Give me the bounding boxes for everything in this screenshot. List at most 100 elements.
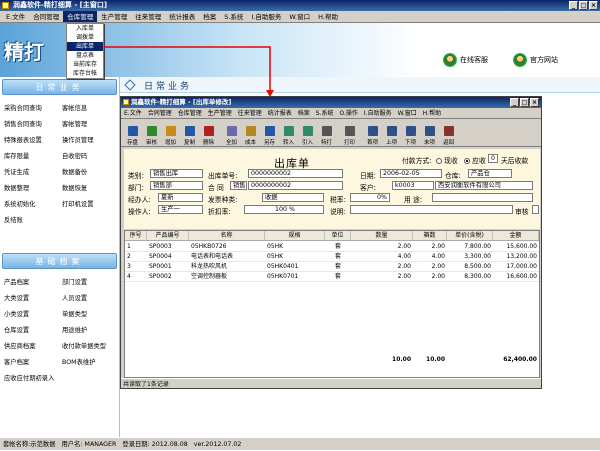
warehouse-input[interactable]: 产品仓 xyxy=(468,169,512,178)
daily-item-3-1[interactable]: 自收密码 xyxy=(62,149,118,165)
menu-item-4[interactable]: 往来管理 xyxy=(131,11,165,22)
days-input[interactable]: 0 xyxy=(488,154,498,163)
toolbar-button-10[interactable]: 特打 xyxy=(317,119,336,147)
archive-item-5-0[interactable]: 客户档案 xyxy=(4,355,62,371)
dropdown-item-2[interactable]: 出库单 xyxy=(67,42,103,51)
toolbar-button-4[interactable]: 删除 xyxy=(199,119,218,147)
child-menu-item-5[interactable]: 统计报表 xyxy=(265,108,295,118)
minimize-button[interactable]: _ xyxy=(569,1,578,10)
grid-header-1[interactable]: 产品编号 xyxy=(147,231,189,240)
menu-item-7[interactable]: S.系统 xyxy=(220,11,247,22)
note-input[interactable] xyxy=(350,205,513,214)
toolbar-button-0[interactable]: 存盘 xyxy=(123,119,142,147)
toolbar-button-12[interactable]: 首项 xyxy=(363,119,382,147)
daily-item-3-0[interactable]: 库存限量 xyxy=(4,149,62,165)
table-row[interactable]: 2 SP0004 电话表和电话表 05HK 套 4.00 4.00 3,300.00 13,20… xyxy=(125,252,539,262)
menu-item-2[interactable]: 仓库管理 xyxy=(63,11,98,22)
child-menu-item-9[interactable]: I.自助服务 xyxy=(361,108,395,118)
daily-item-6-1[interactable]: 打印机设置 xyxy=(62,197,118,213)
daily-item-7-0[interactable]: 反结账 xyxy=(4,213,62,229)
contract-no-input[interactable]: 0000000002 xyxy=(248,181,343,190)
dropdown-item-1[interactable]: 调拨单 xyxy=(67,33,103,42)
toolbar-button-5[interactable]: 全加 xyxy=(222,119,241,147)
archive-item-6-0[interactable]: 应收应付期初录入 xyxy=(4,371,62,387)
toolbar-button-1[interactable]: 审核 xyxy=(142,119,161,147)
online-service-link[interactable]: 在线客服 xyxy=(443,53,488,67)
grid-header-7[interactable]: 单价(含税) xyxy=(447,231,493,240)
grid-header-4[interactable]: 单位 xyxy=(325,231,351,240)
child-menu-item-0[interactable]: E.文件 xyxy=(121,108,145,118)
child-menu-item-8[interactable]: O.操作 xyxy=(337,108,361,118)
daily-item-4-0[interactable]: 凭证生成 xyxy=(4,165,62,181)
menu-item-10[interactable]: H.帮助 xyxy=(314,11,342,22)
archive-item-0-0[interactable]: 产品档案 xyxy=(4,275,62,291)
daily-item-4-1[interactable]: 数据备份 xyxy=(62,165,118,181)
toolbar-button-11[interactable]: 打印 xyxy=(340,119,359,147)
grid-header-0[interactable]: 序号 xyxy=(125,231,147,240)
child-close-button[interactable]: × xyxy=(530,98,539,107)
menu-item-8[interactable]: I.自助服务 xyxy=(247,11,285,22)
child-minimize-button[interactable]: _ xyxy=(510,98,519,107)
grid-header-2[interactable]: 名称 xyxy=(189,231,265,240)
category-input[interactable]: 销售出库 xyxy=(150,169,203,178)
daily-item-1-0[interactable]: 销售合同查询 xyxy=(4,117,62,133)
invoice-input[interactable]: 收据 xyxy=(262,193,324,202)
dropdown-item-5[interactable]: 库存台帐 xyxy=(67,69,103,78)
toolbar-button-16[interactable]: 返回 xyxy=(439,119,458,147)
archive-item-3-0[interactable]: 仓库设置 xyxy=(4,323,62,339)
daily-item-5-0[interactable]: 数据整理 xyxy=(4,181,62,197)
daily-item-0-1[interactable]: 客帐信息 xyxy=(62,101,118,117)
archive-item-3-1[interactable]: 用途维护 xyxy=(62,323,118,339)
menu-item-1[interactable]: 合同管理 xyxy=(29,11,63,22)
child-maximize-button[interactable]: □ xyxy=(520,98,529,107)
daily-business-header[interactable]: 日常业务 xyxy=(2,79,117,95)
grid-header-5[interactable]: 数量 xyxy=(351,231,413,240)
dropdown-item-0[interactable]: 入库单 xyxy=(67,24,103,33)
archive-item-2-1[interactable]: 单据类型 xyxy=(62,307,118,323)
child-menu-item-11[interactable]: H.帮助 xyxy=(420,108,444,118)
child-menu-item-10[interactable]: W.窗口 xyxy=(395,108,420,118)
table-row[interactable]: 3 SP0001 科龙热吹风机 05HK0401 套 2.00 2.00 8,500.00 17… xyxy=(125,262,539,272)
grid-header-8[interactable]: 金额 xyxy=(493,231,539,240)
toolbar-button-9[interactable]: 引入 xyxy=(298,119,317,147)
daily-item-5-1[interactable]: 数据恢复 xyxy=(62,181,118,197)
table-row[interactable]: 4 SP0002 空调控制器板 05HK0701 套 2.00 2.00 8,300.00 16… xyxy=(125,272,539,282)
grid-header-6[interactable]: 箱数 xyxy=(413,231,447,240)
toolbar-button-14[interactable]: 下项 xyxy=(401,119,420,147)
operator-input[interactable]: 生产一 xyxy=(158,205,203,214)
toolbar-button-6[interactable]: 成本 xyxy=(241,119,260,147)
child-menu-item-2[interactable]: 仓库管理 xyxy=(175,108,205,118)
daily-item-1-1[interactable]: 客帐管理 xyxy=(62,117,118,133)
audit-checkbox[interactable] xyxy=(532,205,539,214)
date-input[interactable]: 2006-02-05 xyxy=(380,169,442,178)
archive-item-1-1[interactable]: 人员设置 xyxy=(62,291,118,307)
grid-header-3[interactable]: 规格 xyxy=(265,231,325,240)
docno-input[interactable]: 0000000002 xyxy=(248,169,343,178)
payment-cash-radio[interactable]: 现收 xyxy=(436,155,458,165)
menu-item-3[interactable]: 生产管理 xyxy=(97,11,131,22)
customer-code-input[interactable]: k0003 xyxy=(392,181,434,190)
menu-item-0[interactable]: E.文件 xyxy=(2,11,29,22)
child-menu-item-3[interactable]: 生产管理 xyxy=(205,108,235,118)
archive-item-4-0[interactable]: 供应商档案 xyxy=(4,339,62,355)
official-website-link[interactable]: 官方网站 xyxy=(513,53,558,67)
maximize-button[interactable]: □ xyxy=(579,1,588,10)
daily-item-6-0[interactable]: 系统初始化 xyxy=(4,197,62,213)
menu-item-6[interactable]: 档案 xyxy=(199,11,220,22)
daily-item-2-0[interactable]: 特殊报表设置 xyxy=(4,133,62,149)
dropdown-item-4[interactable]: 当前库存 xyxy=(67,60,103,69)
dept-input[interactable]: 销售部 xyxy=(150,181,203,190)
toolbar-button-13[interactable]: 上项 xyxy=(382,119,401,147)
archive-item-1-0[interactable]: 大类设置 xyxy=(4,291,62,307)
usage-input[interactable] xyxy=(432,193,533,202)
menu-item-9[interactable]: W.窗口 xyxy=(285,11,314,22)
toolbar-button-7[interactable]: 另存 xyxy=(260,119,279,147)
archive-item-5-1[interactable]: BOM表维护 xyxy=(62,355,118,371)
basic-archive-header[interactable]: 基础档案 xyxy=(2,253,117,269)
child-menu-item-6[interactable]: 档案 xyxy=(295,108,313,118)
archive-item-0-1[interactable]: 部门设置 xyxy=(62,275,118,291)
archive-item-4-1[interactable]: 收付款单据类型 xyxy=(62,339,118,355)
toolbar-button-2[interactable]: 增加 xyxy=(161,119,180,147)
contract-type-input[interactable]: 销售 xyxy=(230,181,247,190)
daily-item-2-1[interactable]: 操作员管理 xyxy=(62,133,118,149)
